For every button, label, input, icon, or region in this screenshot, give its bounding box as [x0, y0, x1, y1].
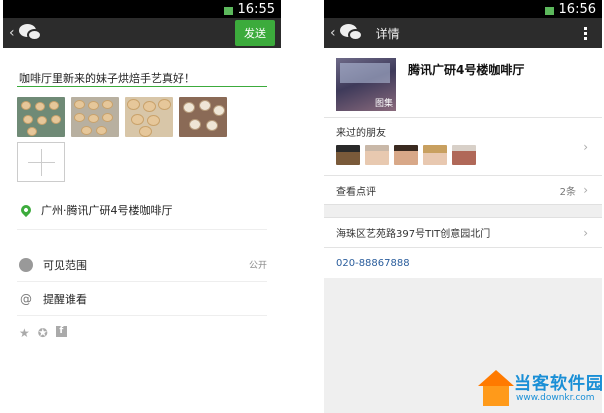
reviews-row[interactable]: 查看点评 2条 › [324, 176, 602, 204]
status-bar: 16:55 [3, 0, 281, 18]
avatar[interactable] [365, 145, 389, 165]
title-bar: ‹ 发送 [3, 18, 281, 48]
add-photo-button[interactable] [17, 142, 65, 182]
battery-icon [544, 3, 554, 15]
title-bar: ‹ 详情 [324, 18, 602, 48]
address-text: 海珠区艺苑路397号TIT创意园北门 [336, 229, 491, 240]
friends-visited-row[interactable]: 来过的朋友 › [324, 118, 602, 176]
facebook-icon[interactable]: f [55, 326, 67, 337]
status-time: 16:55 [237, 1, 275, 17]
globe-icon [19, 257, 33, 272]
visibility-row[interactable]: 可见范围 公开 [17, 248, 267, 282]
place-photo[interactable]: 图集 [336, 58, 396, 111]
location-pin-icon [18, 202, 34, 217]
place-detail-screen: 16:56 ‹ 详情 图集 腾讯广研4号楼咖啡厅 来过的朋友 › 查看点评 2条… [324, 0, 602, 413]
address-row[interactable]: 海珠区艺苑路397号TIT创意园北门 › [324, 218, 602, 248]
battery-icon [223, 3, 233, 15]
photo-thumbnail[interactable] [17, 97, 65, 137]
share-options: ★ ✪ f [17, 316, 267, 350]
watermark-url: www.downkr.com [516, 393, 595, 403]
mention-label: 提醒谁看 [43, 292, 87, 306]
page-title: 详情 [375, 26, 400, 41]
wechat-icon [18, 24, 45, 42]
qzone-icon[interactable]: ✪ [38, 326, 48, 340]
friends-label: 来过的朋友 [336, 128, 386, 139]
more-menu-icon[interactable] [584, 26, 588, 40]
watermark-brand: 当客软件园 [514, 374, 604, 394]
avatar[interactable] [452, 145, 476, 165]
status-bar: 16:56 [324, 0, 602, 18]
location-label: 广州·腾讯广研4号楼咖啡厅 [41, 203, 173, 217]
send-button[interactable]: 发送 [235, 20, 275, 46]
visibility-value: 公开 [248, 261, 267, 271]
status-time: 16:56 [558, 1, 596, 17]
mention-row[interactable]: @ 提醒谁看 [17, 282, 267, 316]
place-header: 图集 腾讯广研4号楼咖啡厅 [324, 48, 602, 118]
watermark-logo: 当客软件园 www.downkr.com [474, 366, 604, 410]
location-row[interactable]: 广州·腾讯广研4号楼咖啡厅 [17, 190, 267, 230]
reviews-count: 2条 [559, 186, 576, 198]
at-icon: @ [20, 291, 32, 306]
photo-thumbnail[interactable] [125, 97, 173, 137]
chevron-right-icon: › [583, 140, 588, 154]
compose-moment-screen: 16:55 ‹ 发送 咖啡厅里新来的妹子烘焙手艺真好！ 广州·腾讯广研4号楼咖啡… [3, 0, 281, 413]
chevron-right-icon: › [583, 183, 588, 197]
photo-grid [17, 97, 267, 137]
chevron-right-icon: › [583, 226, 588, 240]
place-name: 腾讯广研4号楼咖啡厅 [408, 63, 525, 77]
back-icon[interactable]: ‹ [330, 25, 336, 41]
avatar[interactable] [336, 145, 360, 165]
visibility-label: 可见范围 [43, 258, 87, 272]
avatar[interactable] [423, 145, 447, 165]
phone-row[interactable]: 020-88867888 [324, 248, 602, 278]
gallery-label: 图集 [374, 99, 393, 109]
avatar[interactable] [394, 145, 418, 165]
photo-thumbnail[interactable] [179, 97, 227, 137]
house-icon [478, 370, 514, 386]
post-text-input[interactable]: 咖啡厅里新来的妹子烘焙手艺真好！ [17, 48, 267, 87]
back-icon[interactable]: ‹ [9, 25, 15, 41]
phone-number: 020-88867888 [336, 257, 410, 269]
reviews-label: 查看点评 [336, 186, 376, 198]
photo-thumbnail[interactable] [71, 97, 119, 137]
star-icon[interactable]: ★ [19, 326, 30, 340]
wechat-icon [339, 24, 366, 42]
